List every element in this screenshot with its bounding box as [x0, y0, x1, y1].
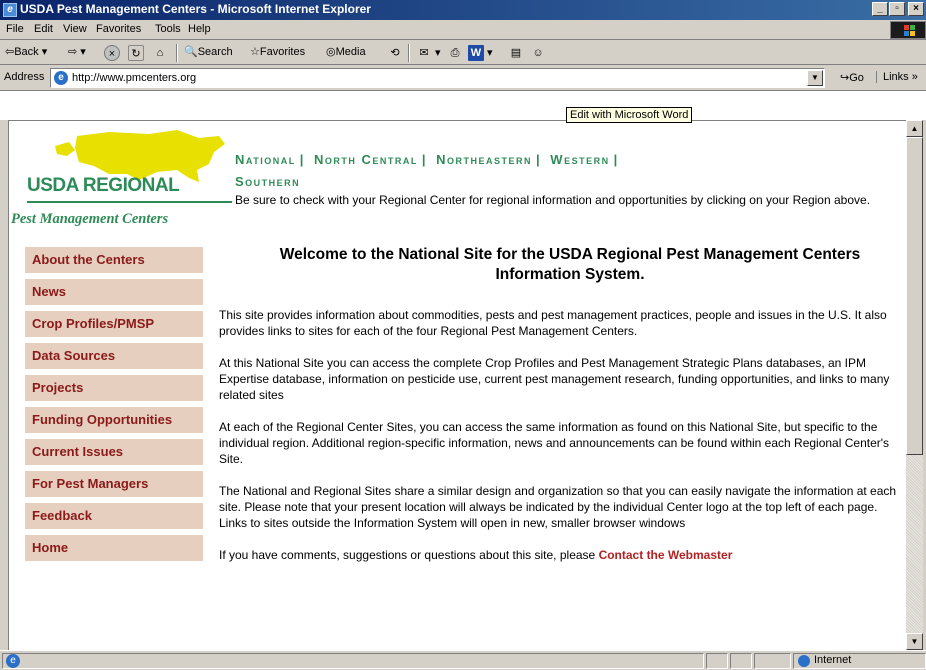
region-note: Be sure to check with your Regional Cent…	[235, 193, 871, 207]
favorites-button[interactable]: ☆Favorites	[250, 45, 305, 58]
page-icon: e	[54, 71, 68, 85]
back-arrow-icon: ⇦	[5, 46, 15, 58]
address-input[interactable]: e http://www.pmcenters.org ▼	[50, 68, 825, 88]
usda-regional-logo[interactable]: USDA REGIONAL Pest Management Centers	[9, 121, 232, 231]
close-button[interactable]: ×	[908, 2, 924, 16]
edit-word-button[interactable]: W ▾	[468, 45, 493, 61]
search-button[interactable]: 🔍Search	[184, 45, 233, 58]
stop-button[interactable]: ×	[104, 45, 120, 61]
region-link-north-central[interactable]: North Central	[314, 152, 418, 167]
region-link-southern[interactable]: Southern	[235, 174, 300, 189]
address-label: Address	[4, 71, 45, 83]
nav-for-pest-managers[interactable]: For Pest Managers	[25, 471, 203, 497]
menu-view[interactable]: View	[63, 23, 87, 35]
logo-title: USDA REGIONAL	[27, 175, 180, 196]
messenger-button[interactable]: ☺	[530, 45, 546, 61]
media-button[interactable]: ◎Media	[326, 45, 366, 58]
ie-logo-icon: e	[3, 3, 17, 17]
page-viewport: USDA REGIONAL Pest Management Centers Na…	[8, 120, 906, 650]
maximize-button[interactable]: ▫	[889, 2, 905, 16]
intro-paragraph: This site provides information about com…	[219, 308, 887, 338]
regional-sites-paragraph: At each of the Regional Center Sites, yo…	[219, 420, 890, 466]
address-url: http://www.pmcenters.org	[72, 72, 197, 84]
print-button[interactable]: ⎙	[447, 45, 463, 61]
region-links: National | North Central | Northeastern | W…	[235, 152, 619, 189]
word-icon: W	[468, 45, 484, 61]
logo-divider	[27, 201, 232, 203]
contact-webmaster-link[interactable]: Contact the Webmaster	[599, 548, 733, 562]
page-status-icon: e	[6, 654, 20, 668]
standard-toolbar: ⇦Back ▾ ⇨ ▾ × ↻ ⌂ 🔍Search ☆Favorites ◎Me…	[0, 41, 926, 65]
window-titlebar: e USDA Pest Management Centers - Microso…	[0, 0, 926, 20]
menu-file[interactable]: File	[6, 23, 24, 35]
security-zone: Internet	[793, 653, 926, 669]
links-button[interactable]: Links »	[876, 71, 918, 83]
page-heading: Welcome to the National Site for the USD…	[279, 246, 861, 283]
go-button[interactable]: ↪Go	[840, 71, 864, 84]
discuss-button[interactable]: ▤	[508, 45, 524, 61]
favorites-icon: ☆	[250, 46, 260, 58]
discuss-icon: ▤	[510, 47, 522, 59]
globe-icon	[798, 655, 810, 667]
history-button[interactable]: ⟲	[387, 45, 403, 61]
window-title: USDA Pest Management Centers - Microsoft…	[20, 2, 371, 16]
minimize-button[interactable]: _	[872, 2, 888, 16]
address-dropdown-button[interactable]: ▼	[807, 70, 823, 86]
nav-current-issues[interactable]: Current Issues	[25, 439, 203, 465]
home-icon: ⌂	[156, 47, 164, 59]
region-link-western[interactable]: Western	[550, 152, 609, 167]
contact-paragraph: If you have comments, suggestions or que…	[219, 548, 733, 562]
content-frame-top	[0, 90, 926, 120]
nav-crop-profiles[interactable]: Crop Profiles/PMSP	[25, 311, 203, 337]
messenger-icon: ☺	[532, 47, 544, 59]
left-navigation: About the Centers News Crop Profiles/PMS…	[25, 247, 203, 567]
search-icon: 🔍	[184, 46, 198, 58]
menu-help[interactable]: Help	[188, 23, 211, 35]
nav-data-sources[interactable]: Data Sources	[25, 343, 203, 369]
menu-bar: File Edit View Favorites Tools Help	[0, 20, 926, 40]
mail-button[interactable]: ✉ ▾	[416, 45, 440, 61]
main-content: Welcome to the National Site for the USD…	[219, 245, 905, 579]
history-icon: ⟲	[390, 47, 400, 59]
status-text: e	[2, 653, 704, 669]
forward-button[interactable]: ⇨ ▾	[68, 45, 86, 58]
nav-home[interactable]: Home	[25, 535, 203, 561]
nav-projects[interactable]: Projects	[25, 375, 203, 401]
menu-favorites[interactable]: Favorites	[96, 23, 141, 35]
scroll-thumb[interactable]	[906, 137, 923, 455]
national-site-paragraph: At this National Site you can access the…	[219, 356, 890, 402]
tooltip: Edit with Microsoft Word	[566, 107, 693, 123]
media-icon: ◎	[326, 46, 336, 58]
home-button[interactable]: ⌂	[152, 45, 168, 61]
scroll-down-button[interactable]: ▼	[906, 633, 923, 650]
vertical-scrollbar[interactable]: ▲ ▼	[906, 120, 923, 650]
nav-feedback[interactable]: Feedback	[25, 503, 203, 529]
region-link-national[interactable]: National	[235, 152, 296, 167]
refresh-button[interactable]: ↻	[128, 45, 144, 61]
scroll-up-button[interactable]: ▲	[906, 120, 923, 137]
back-button[interactable]: ⇦Back ▾	[5, 45, 47, 58]
windows-flag-icon	[890, 21, 926, 39]
menu-edit[interactable]: Edit	[34, 23, 53, 35]
nav-funding-opportunities[interactable]: Funding Opportunities	[25, 407, 203, 433]
status-bar: e Internet	[0, 650, 926, 670]
mail-icon: ✉	[419, 47, 429, 59]
region-link-northeastern[interactable]: Northeastern	[436, 152, 532, 167]
nav-about-the-centers[interactable]: About the Centers	[25, 247, 203, 273]
go-arrow-icon: ↪	[840, 72, 850, 84]
stop-icon: ×	[104, 45, 120, 61]
refresh-icon: ↻	[128, 45, 144, 61]
menu-tools[interactable]: Tools	[155, 23, 181, 35]
address-bar: Address e http://www.pmcenters.org ▼ ↪Go…	[0, 66, 926, 90]
navigation-paragraph: The National and Regional Sites share a …	[219, 484, 897, 530]
forward-arrow-icon: ⇨	[68, 46, 78, 58]
logo-subtitle: Pest Management Centers	[11, 211, 169, 227]
print-icon: ⎙	[450, 47, 460, 59]
nav-news[interactable]: News	[25, 279, 203, 305]
